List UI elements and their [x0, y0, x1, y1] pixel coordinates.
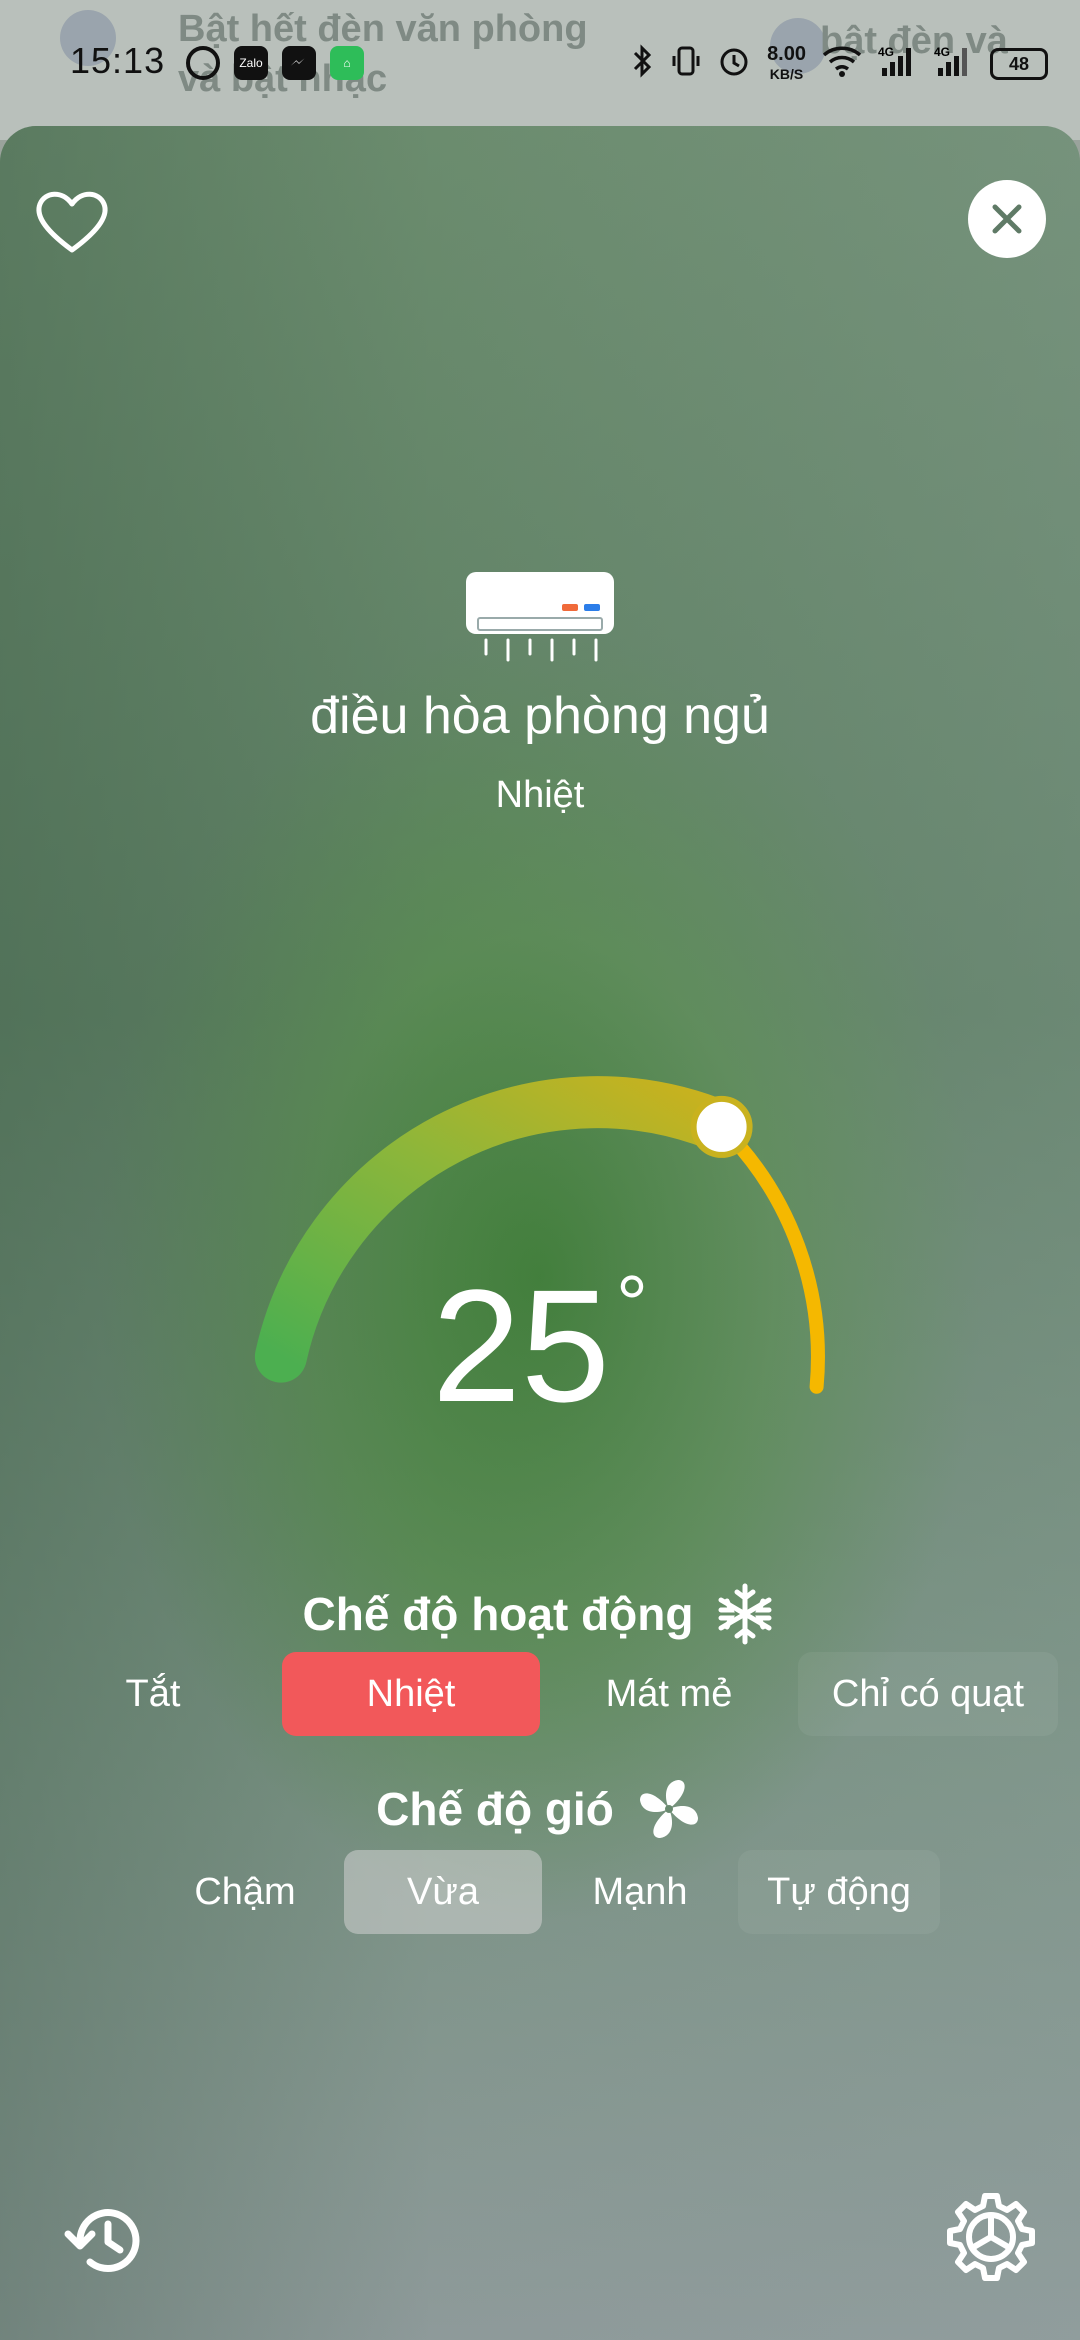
- bluetooth-icon: [629, 44, 655, 84]
- operation-mode-title: Chế độ hoạt động: [0, 1582, 1080, 1646]
- fan-mode-title: Chế độ gió: [0, 1774, 1080, 1844]
- gear-icon: [947, 2193, 1035, 2281]
- network-speed: 8.00 KB/S: [767, 43, 806, 82]
- svg-text:4G: 4G: [878, 45, 894, 59]
- mode-option-off[interactable]: Tắt: [26, 1652, 280, 1736]
- fan-option-medium[interactable]: Vừa: [344, 1850, 542, 1934]
- mode-option-heat[interactable]: Nhiệt: [282, 1652, 540, 1736]
- fan-mode-title-text: Chế độ gió: [376, 1783, 614, 1835]
- system-icons: 8.00 KB/S 4G 4G 48: [629, 44, 1048, 84]
- fan-option-strong[interactable]: Mạnh: [544, 1850, 736, 1934]
- close-button[interactable]: [968, 180, 1046, 258]
- air-conditioner-icon: [466, 572, 614, 662]
- vibrate-icon: [671, 44, 701, 84]
- history-button[interactable]: [62, 2196, 152, 2286]
- mode-option-cool[interactable]: Mát mẻ: [542, 1652, 796, 1736]
- degree-symbol: °: [615, 1259, 648, 1348]
- close-icon: [992, 204, 1022, 234]
- favorite-button[interactable]: [30, 180, 114, 264]
- heart-icon: [36, 191, 108, 253]
- fan-option-auto[interactable]: Tự động: [738, 1850, 940, 1934]
- zalo-icon: Zalo: [234, 46, 268, 80]
- mode-option-fan-only[interactable]: Chỉ có quạt: [798, 1652, 1058, 1736]
- dial-knob[interactable]: [690, 1095, 753, 1158]
- fan-icon: [639, 1780, 698, 1838]
- snowflake-icon: [718, 1583, 772, 1645]
- alarm-icon: [717, 44, 751, 84]
- operation-mode-title-text: Chế độ hoạt động: [302, 1588, 694, 1640]
- fan-option-slow[interactable]: Chậm: [148, 1850, 342, 1934]
- device-control-sheet: điều hòa phòng ngủ Nhiệt 25° Chế độ hoạt…: [0, 126, 1080, 2340]
- wifi-icon: [822, 45, 862, 83]
- signal-4g-icon: 4G: [934, 44, 974, 84]
- svg-text:4G: 4G: [934, 45, 950, 59]
- status-time: 15:13: [70, 40, 166, 81]
- messenger-icon: [282, 46, 316, 80]
- app-icon: ⌂: [330, 46, 364, 80]
- operation-mode-selector: Tắt Nhiệt Mát mẻ Chỉ có quạt: [26, 1652, 1058, 1736]
- temperature-display: 25°: [0, 1259, 1080, 1454]
- history-icon: [64, 2209, 140, 2272]
- autoplay-icon: [186, 46, 220, 80]
- fan-mode-selector: Chậm Vừa Mạnh Tự động: [148, 1850, 940, 1934]
- device-name: điều hòa phòng ngủ: [310, 687, 770, 745]
- settings-button[interactable]: [944, 2190, 1038, 2284]
- notification-icons: Zalo ⌂: [186, 46, 364, 80]
- battery-icon: 48: [990, 48, 1048, 80]
- temperature-value: 25: [432, 1256, 610, 1435]
- status-bar: 15:13 Zalo ⌂ 8.00 KB/S 4G 4G 48: [0, 0, 1080, 100]
- signal-4g-icon: 4G: [878, 44, 918, 84]
- device-mode-label: Nhiệt: [495, 774, 585, 816]
